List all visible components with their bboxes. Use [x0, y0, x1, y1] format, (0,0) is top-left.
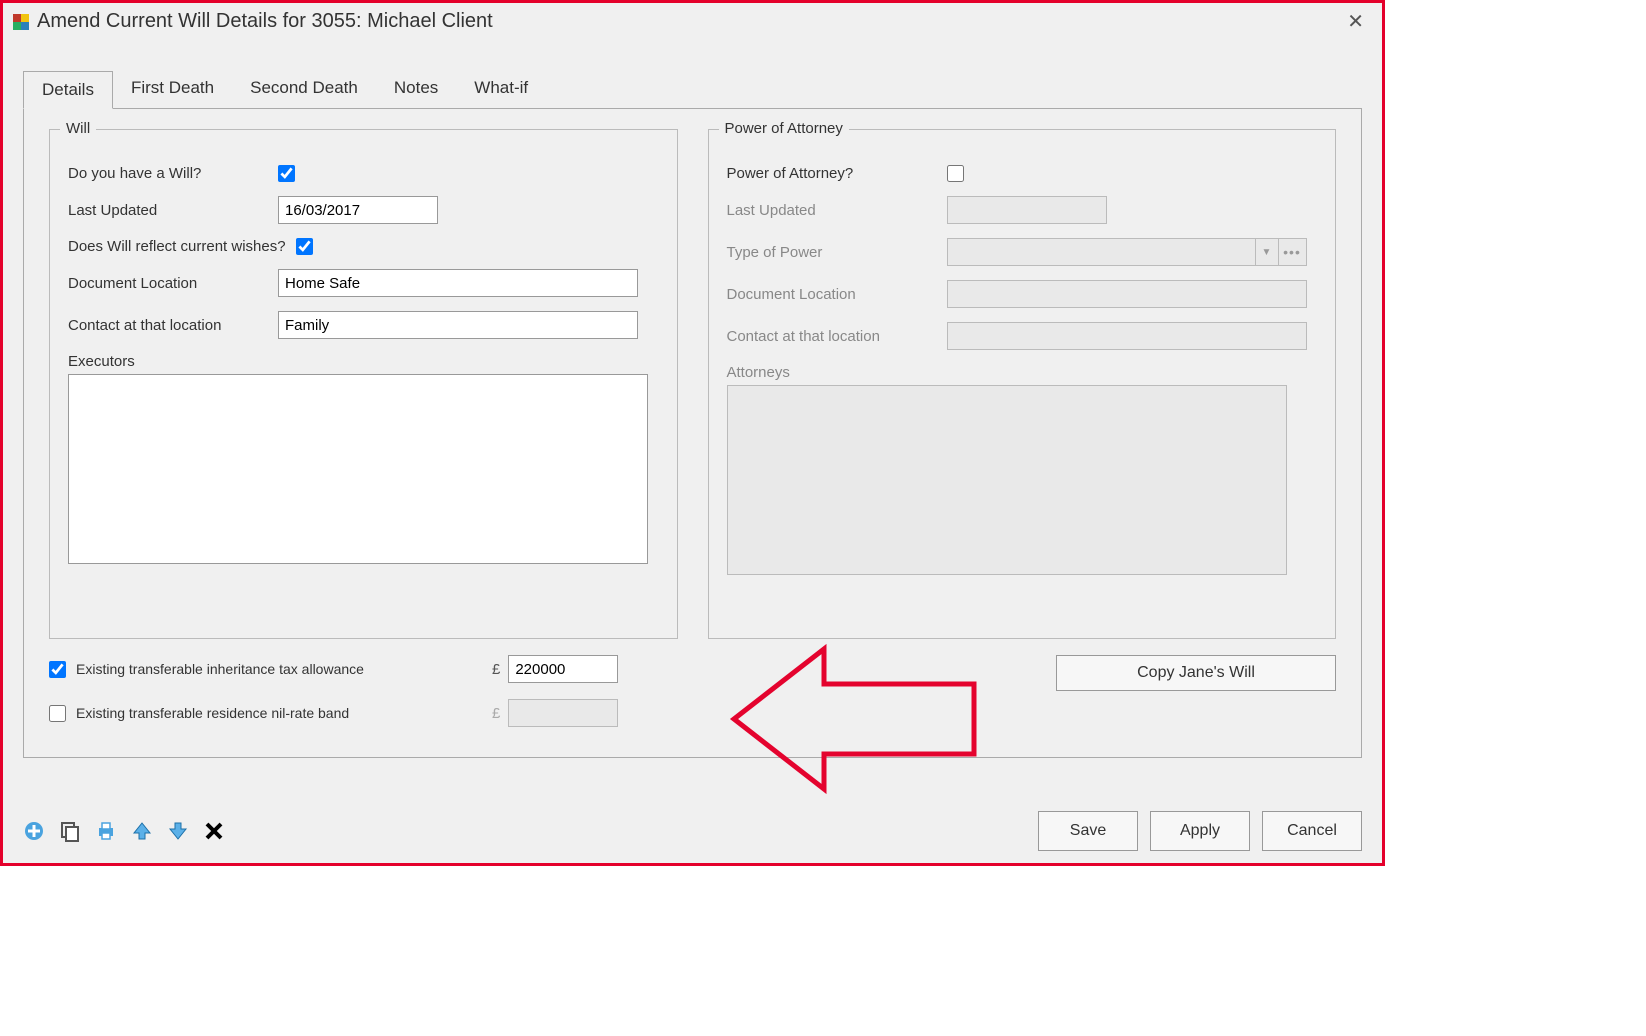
poa-has-checkbox[interactable]	[947, 165, 964, 182]
iht-allowance-checkbox[interactable]	[49, 661, 66, 678]
window-title: Amend Current Will Details for 3055: Mic…	[37, 10, 1339, 33]
print-icon[interactable]	[95, 820, 117, 842]
reflect-wishes-label: Does Will reflect current wishes?	[68, 238, 286, 255]
nrb-currency: £	[492, 705, 500, 722]
will-doc-location-label: Document Location	[68, 275, 278, 292]
tab-strip: Details First Death Second Death Notes W…	[23, 70, 1362, 108]
iht-allowance-input[interactable]	[508, 655, 618, 683]
save-button[interactable]: Save	[1038, 811, 1138, 851]
nrb-input[interactable]	[508, 699, 618, 727]
poa-attorneys-textarea[interactable]	[727, 385, 1287, 575]
copy-icon[interactable]	[59, 820, 81, 842]
nrb-label: Existing transferable residence nil-rate…	[76, 705, 476, 721]
poa-doc-location-label: Document Location	[727, 286, 947, 303]
poa-last-updated-label: Last Updated	[727, 202, 947, 219]
arrow-down-icon[interactable]	[167, 820, 189, 842]
poa-last-updated-input[interactable]	[947, 196, 1107, 224]
tab-details[interactable]: Details	[23, 71, 113, 109]
will-doc-location-input[interactable]	[278, 269, 638, 297]
poa-type-label: Type of Power	[727, 244, 947, 261]
poa-has-label: Power of Attorney?	[727, 165, 947, 182]
apply-button[interactable]: Apply	[1150, 811, 1250, 851]
will-group-legend: Will	[60, 120, 96, 137]
nrb-checkbox[interactable]	[49, 705, 66, 722]
poa-group-legend: Power of Attorney	[719, 120, 849, 137]
delete-icon[interactable]	[203, 820, 225, 842]
executors-textarea[interactable]	[68, 374, 648, 564]
poa-contact-input[interactable]	[947, 322, 1307, 350]
executors-label: Executors	[68, 353, 135, 370]
add-icon[interactable]	[23, 820, 45, 842]
tab-second-death[interactable]: Second Death	[232, 70, 376, 108]
iht-allowance-label: Existing transferable inheritance tax al…	[76, 661, 476, 677]
copy-will-button[interactable]: Copy Jane's Will	[1056, 655, 1336, 691]
will-last-updated-input[interactable]	[278, 196, 438, 224]
will-last-updated-label: Last Updated	[68, 202, 278, 219]
ellipsis-icon[interactable]: •••	[1279, 238, 1307, 266]
poa-doc-location-input[interactable]	[947, 280, 1307, 308]
will-contact-label: Contact at that location	[68, 317, 278, 334]
cancel-button[interactable]: Cancel	[1262, 811, 1362, 851]
poa-attorneys-label: Attorneys	[727, 364, 790, 381]
poa-contact-label: Contact at that location	[727, 328, 947, 345]
tab-what-if[interactable]: What-if	[456, 70, 546, 108]
tab-first-death[interactable]: First Death	[113, 70, 232, 108]
chevron-down-icon[interactable]: ▼	[1255, 238, 1279, 266]
app-icon	[13, 14, 29, 30]
arrow-up-icon[interactable]	[131, 820, 153, 842]
close-icon[interactable]: ✕	[1339, 9, 1372, 34]
tab-notes[interactable]: Notes	[376, 70, 456, 108]
iht-currency: £	[492, 661, 500, 678]
poa-type-combo[interactable]: ▼ •••	[947, 238, 1307, 266]
have-will-checkbox[interactable]	[278, 165, 295, 182]
will-contact-input[interactable]	[278, 311, 638, 339]
have-will-label: Do you have a Will?	[68, 165, 278, 182]
reflect-wishes-checkbox[interactable]	[296, 238, 313, 255]
